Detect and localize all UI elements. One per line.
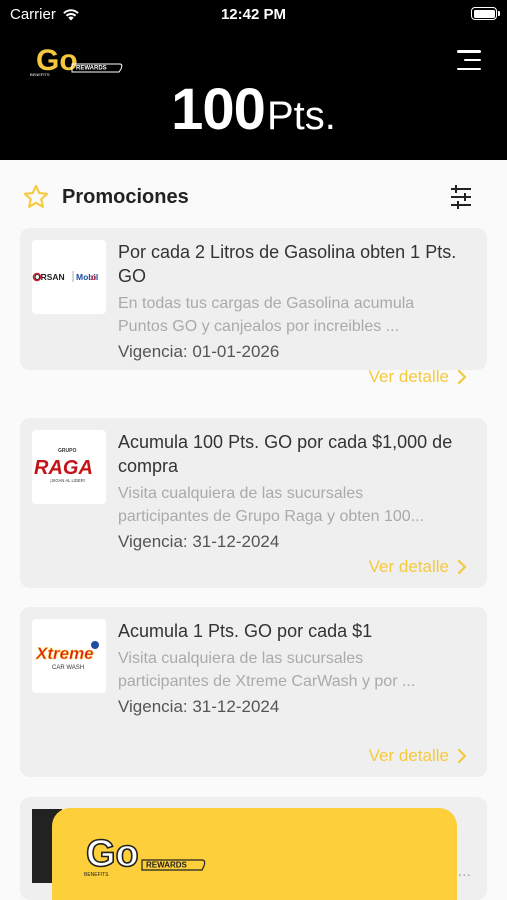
chevron-right-icon bbox=[457, 559, 467, 575]
chevron-right-icon bbox=[457, 748, 467, 764]
view-detail-label: Ver detalle bbox=[368, 367, 449, 386]
view-detail-label: Ver detalle bbox=[368, 746, 449, 765]
points-value: 100 bbox=[171, 77, 266, 142]
svg-text:CAR WASH: CAR WASH bbox=[52, 665, 84, 671]
overlay-logo-benefits-text: BENEFITS bbox=[84, 872, 109, 878]
svg-text:GRUPO: GRUPO bbox=[58, 448, 76, 454]
view-detail-link[interactable]: Ver detalle bbox=[369, 746, 467, 766]
go-rewards-promo-banner[interactable]: Go REWARDS BENEFITS bbox=[52, 808, 457, 900]
promotion-card[interactable]: ORSAN Mobil o Por cada 2 Litros de Gasol… bbox=[20, 228, 487, 386]
promotions-header: Promociones bbox=[22, 180, 485, 214]
promotion-card[interactable]: GRUPO RAGA ¡SIGAN AL LIDER! Acumula 100 … bbox=[20, 418, 487, 588]
promotion-validity: Vigencia: 31-12-2024 bbox=[118, 532, 280, 551]
promotion-validity: Vigencia: 01-01-2026 bbox=[118, 342, 280, 361]
points-unit: Pts. bbox=[266, 94, 336, 138]
svg-text:Xtreme: Xtreme bbox=[35, 644, 94, 663]
overlay-logo-go-text: Go bbox=[86, 833, 139, 875]
status-time: 12:42 PM bbox=[220, 6, 287, 23]
brand-logo-raga: GRUPO RAGA ¡SIGAN AL LIDER! bbox=[32, 430, 106, 504]
chevron-right-icon bbox=[457, 369, 467, 385]
view-detail-link[interactable]: Ver detalle bbox=[369, 367, 467, 387]
go-rewards-logo: Go REWARDS BENEFITS bbox=[30, 44, 123, 77]
promotion-card[interactable]: Xtreme CAR WASH Acumula 1 Pts. GO por ca… bbox=[20, 607, 487, 777]
view-detail-link[interactable]: Ver detalle bbox=[369, 557, 467, 577]
svg-text:¡SIGAN AL LIDER!: ¡SIGAN AL LIDER! bbox=[50, 478, 85, 483]
battery-icon bbox=[471, 7, 500, 20]
promotion-validity: Vigencia: 31-12-2024 bbox=[118, 697, 280, 716]
points-balance: 100Pts. bbox=[0, 76, 507, 143]
overlay-logo-rewards-text: REWARDS bbox=[146, 861, 188, 870]
svg-text:o: o bbox=[91, 272, 96, 282]
app-header: Carrier 12:42 PM Go REWARDS BENEFITS 100… bbox=[0, 0, 507, 160]
logo-rewards-text: REWARDS bbox=[76, 66, 107, 72]
description-ellipsis: ... bbox=[457, 863, 471, 880]
view-detail-label: Ver detalle bbox=[368, 557, 449, 576]
hamburger-menu-icon[interactable] bbox=[457, 50, 481, 70]
section-title: Promociones bbox=[62, 186, 189, 208]
brand-logo-xtreme: Xtreme CAR WASH bbox=[32, 619, 106, 693]
promotion-description: Visita cualquiera de las sucursales part… bbox=[118, 485, 424, 525]
promotion-description: Visita cualquiera de las sucursales part… bbox=[118, 650, 416, 690]
promotion-title: Acumula 1 Pts. GO por cada $1 bbox=[118, 621, 373, 641]
promotion-title: Acumula 100 Pts. GO por cada $1,000 de c… bbox=[118, 432, 453, 476]
brand-logo-orsan-mobil: ORSAN Mobil o bbox=[32, 240, 106, 314]
promotion-description: En todas tus cargas de Gasolina acumula … bbox=[118, 295, 415, 335]
promotion-title: Por cada 2 Litros de Gasolina obten 1 Pt… bbox=[118, 242, 457, 286]
go-rewards-logo: Go REWARDS BENEFITS bbox=[84, 832, 206, 878]
svg-text:RAGA: RAGA bbox=[34, 457, 93, 479]
star-icon bbox=[23, 184, 49, 208]
filter-sliders-icon[interactable] bbox=[449, 184, 473, 210]
status-bar: Carrier 12:42 PM bbox=[0, 0, 507, 30]
